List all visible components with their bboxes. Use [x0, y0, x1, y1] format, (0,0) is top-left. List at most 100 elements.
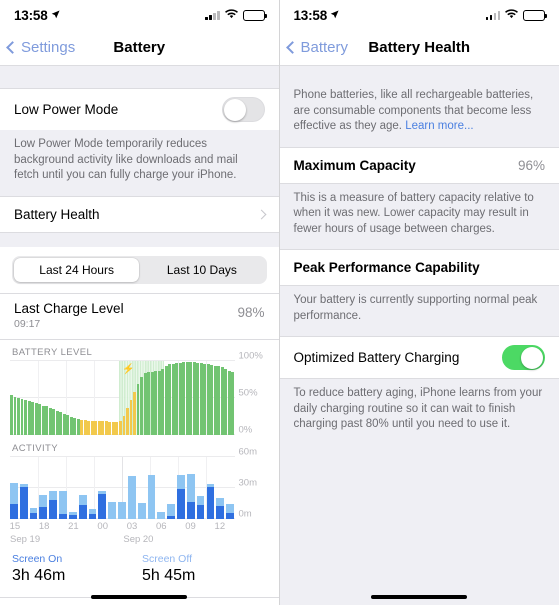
battery-level-bar	[13, 396, 17, 435]
activity-plot: 0m 30m 60m	[10, 446, 257, 519]
activity-bar	[10, 483, 18, 519]
activity-bar	[147, 475, 156, 519]
x-axis-tick-label: 12	[214, 520, 226, 532]
activity-bar	[88, 509, 97, 519]
screen-on-segment	[177, 488, 185, 519]
screen-off-label: Screen Off	[142, 552, 192, 565]
back-button-battery[interactable]: Battery	[280, 39, 348, 56]
screen-on-segment	[98, 493, 107, 519]
battery-level-bar	[196, 362, 200, 435]
chevron-left-icon	[6, 41, 19, 54]
battery-level-bar	[69, 416, 73, 435]
screen-on-segment	[39, 507, 48, 519]
optimized-charging-row[interactable]: Optimized Battery Charging	[279, 336, 559, 380]
location-arrow-icon	[51, 6, 60, 24]
home-indicator[interactable]	[91, 594, 188, 599]
screen-on-value: 3h 46m	[12, 566, 66, 584]
screen-on-segment	[68, 515, 77, 519]
activity-bar	[19, 484, 28, 519]
cellular-signal-icon	[485, 10, 500, 20]
low-power-mode-label: Low Power Mode	[14, 102, 119, 117]
maximum-capacity-footnote: This is a measure of battery capacity re…	[293, 191, 534, 235]
battery-level-bar	[31, 402, 35, 435]
battery-level-bar	[115, 421, 119, 435]
screen-on-segment	[59, 514, 67, 519]
status-bar-indicators	[485, 6, 547, 24]
battery-icon	[523, 9, 547, 21]
battery-level-bar	[17, 398, 20, 435]
battery-level-bar	[52, 409, 56, 435]
battery-level-bar	[94, 420, 98, 435]
activity-bar	[137, 503, 146, 519]
activity-bar	[49, 490, 58, 519]
activity-bar	[118, 502, 126, 519]
status-bar-right: 13:58	[279, 0, 559, 30]
x-axis-tick-label: 18	[38, 520, 50, 532]
screen-on-segment	[216, 506, 225, 519]
screen-off-segment	[157, 512, 166, 519]
peak-performance-row: Peak Performance Capability	[279, 249, 559, 287]
y-axis-tick-label: 100%	[238, 350, 263, 362]
day-label: Sep 19	[10, 533, 41, 545]
screen-on-segment	[10, 504, 18, 519]
battery-level-bar	[206, 364, 210, 435]
battery-level-bar	[108, 421, 112, 435]
battery-level-bar	[38, 404, 42, 435]
battery-level-bar	[220, 367, 224, 435]
battery-level-bar	[62, 413, 66, 435]
x-axis-tick-label: 06	[155, 520, 167, 532]
battery-level-bar	[122, 416, 126, 435]
last-charge-label: Last Charge Level	[14, 300, 124, 316]
screen-off-value: 5h 45m	[142, 566, 196, 584]
peak-performance-label: Peak Performance Capability	[293, 260, 480, 276]
home-indicator[interactable]	[371, 594, 468, 599]
screen-off-stat: Screen Off 5h 45m	[142, 553, 272, 585]
nav-bar-right: Battery Battery Health	[279, 30, 559, 66]
battery-level-bar	[171, 363, 175, 435]
battery-level-bar	[143, 373, 147, 435]
last-charge-value: 98%	[237, 304, 265, 320]
activity-bar	[186, 474, 195, 519]
activity-bar	[206, 484, 215, 519]
battery-level-bar	[140, 376, 143, 435]
x-axis-tick-label: 21	[68, 520, 79, 532]
chevron-left-icon	[285, 41, 299, 54]
screen-on-segment	[206, 486, 215, 519]
battery-level-bar	[10, 395, 13, 435]
battery-health-intro: Phone batteries, like all rechargeable b…	[280, 88, 559, 147]
battery-level-y-axis: 0% 50% 100%	[237, 350, 277, 435]
battery-level-bar	[157, 370, 161, 435]
battery-level-bar	[154, 370, 158, 435]
low-power-mode-row[interactable]: Low Power Mode	[0, 88, 279, 130]
battery-scroll-area[interactable]: Low Power Mode Low Power Mode temporaril…	[0, 66, 279, 605]
low-power-mode-toggle[interactable]	[221, 97, 265, 122]
activity-y-axis: 0m 30m 60m	[237, 446, 277, 519]
screen-on-segment	[226, 513, 234, 519]
battery-level-bar	[48, 407, 52, 435]
maximum-capacity-label: Maximum Capacity	[293, 157, 416, 173]
screen-off-segment	[167, 504, 175, 517]
battery-level-bar	[66, 415, 70, 435]
battery-level-chart: BATTERY LEVEL 0% 50% 100% ⚡	[0, 339, 279, 437]
segment-last-10-days[interactable]: Last 10 Days	[139, 258, 264, 282]
optimized-charging-toggle[interactable]	[502, 345, 545, 371]
activity-bar	[167, 504, 175, 519]
battery-level-bar	[80, 419, 84, 435]
activity-bar	[177, 475, 185, 519]
activity-bar	[216, 497, 225, 519]
battery-health-row[interactable]: Battery Health	[0, 195, 279, 233]
activity-bar	[157, 512, 166, 519]
maximum-capacity-row: Maximum Capacity 96%	[279, 146, 559, 184]
back-button-label: Settings	[21, 39, 76, 56]
screen-off-segment	[216, 497, 225, 507]
battery-health-scroll-area[interactable]: Phone batteries, like all rechargeable b…	[279, 66, 559, 605]
battery-level-bar	[55, 410, 59, 435]
battery-level-bar	[133, 391, 136, 435]
segment-last-24-hours[interactable]: Last 24 Hours	[14, 257, 140, 282]
learn-more-link[interactable]: Learn more...	[405, 120, 473, 132]
activity-chart: ACTIVITY 0m 30m 60m 15 18 21 00 03 06 09 12 Sep 19…	[0, 436, 279, 549]
time-range-segmented-control[interactable]: Last 24 Hours Last 10 Days	[0, 246, 279, 294]
screen-off-segment	[186, 474, 195, 503]
back-button-settings[interactable]: Settings	[0, 39, 75, 56]
